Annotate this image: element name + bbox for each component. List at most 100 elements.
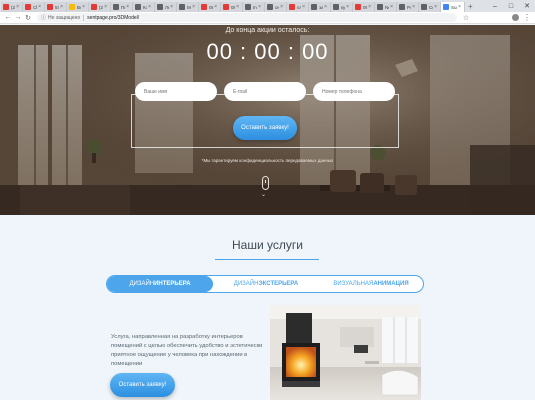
tab-close-icon[interactable]: × (434, 4, 437, 10)
tab-close-icon[interactable]: × (192, 4, 195, 10)
tab-close-icon[interactable]: × (60, 4, 63, 10)
tab-close-icon[interactable]: × (214, 4, 217, 10)
services-request-button[interactable]: Оставить заявку! (110, 373, 175, 397)
tab-favicon-icon (377, 4, 383, 10)
browser-tab[interactable]: Ch× (23, 2, 45, 12)
browser-tab[interactable]: 57 - Al× (45, 2, 67, 12)
tab-close-icon[interactable]: × (148, 4, 151, 10)
tab-close-icon[interactable]: × (258, 4, 261, 10)
tab-close-icon[interactable]: × (412, 4, 415, 10)
submit-request-button[interactable]: Оставить заявку! (233, 116, 297, 140)
browser-tab[interactable]: 09 - 3а× (353, 2, 375, 12)
insecure-label: Не защищено (48, 14, 81, 21)
tab-title: Лендо (165, 4, 169, 10)
browser-tab[interactable]: запуск× (309, 2, 331, 12)
tab-favicon-icon (289, 4, 295, 10)
tab-favicon-icon (69, 4, 75, 10)
tab-close-icon[interactable]: × (390, 4, 393, 10)
hero-section: До конца акции осталось: 00 : 00 : 00 Ос… (0, 25, 535, 215)
info-icon[interactable]: ⓘ (41, 14, 46, 21)
browser-tab[interactable]: (224) \× (89, 2, 111, 12)
tab-title: онлайн (275, 4, 279, 10)
tab-favicon-icon (179, 4, 185, 10)
tab-title: Ch (33, 4, 37, 10)
browser-tab[interactable]: Ino 09× (243, 2, 265, 12)
tab-close-icon[interactable]: × (458, 4, 461, 10)
minimize-icon[interactable]: – (487, 0, 503, 12)
email-input[interactable] (224, 82, 306, 101)
address-bar: ← → ↻ ⓘ Не защищено sentpage.pro/3DModel… (0, 12, 535, 24)
tab-close-icon[interactable]: × (170, 4, 173, 10)
tab-close-icon[interactable]: × (104, 4, 107, 10)
url-separator (83, 14, 85, 21)
browser-tab[interactable]: 08 - Ро× (221, 2, 243, 12)
new-tab-icon[interactable]: + (468, 2, 473, 12)
tab-title: плей · (297, 4, 301, 10)
browser-tab[interactable]: Все ку× (67, 2, 89, 12)
browser-menu-icon[interactable]: ⋮ (523, 13, 531, 22)
browser-tab[interactable]: Need× (375, 2, 397, 12)
tab-favicon-icon (135, 4, 141, 10)
tab-favicon-icon (25, 4, 31, 10)
tab-label-bold: АНИМАЦИЯ (373, 281, 409, 287)
scroll-down-icon[interactable]: ⌄ (261, 191, 266, 198)
browser-tab[interactable]: плей ·× (287, 2, 309, 12)
tab-title: куда (341, 4, 346, 10)
tab-close-icon[interactable]: × (368, 4, 371, 10)
browser-tab[interactable]: куда× (331, 2, 353, 12)
tab-favicon-icon (311, 4, 317, 10)
browser-tab[interactable]: 08 - Ро× (199, 2, 221, 12)
reload-icon[interactable]: ↻ (23, 14, 33, 22)
browser-tab[interactable]: онлайн× (265, 2, 287, 12)
tab-title: Пингу (121, 4, 125, 10)
forward-icon[interactable]: → (13, 14, 23, 21)
tab-visual-animation[interactable]: ВИЗУАЛЬНАЯ АНИМАЦИЯ (318, 276, 423, 292)
browser-tab[interactable]: Portfo× (397, 2, 419, 12)
heading-underline (215, 259, 319, 260)
bookmark-star-icon[interactable]: ☆ (463, 14, 469, 22)
tab-interior-design[interactable]: ДИЗАЙН ИНТЕРЬЕРА (107, 276, 213, 292)
tab-favicon-icon (3, 4, 9, 10)
browser-tab[interactable]: Секун× (419, 2, 441, 12)
tab-exterior-design[interactable]: ДИЗАЙН ЭКСТЕРЬЕРА (213, 276, 319, 292)
tab-close-icon[interactable]: × (324, 4, 327, 10)
tab-close-icon[interactable]: × (280, 4, 283, 10)
phone-input[interactable] (313, 82, 395, 101)
tab-close-icon[interactable]: × (82, 4, 85, 10)
close-window-icon[interactable]: ✕ (519, 0, 535, 12)
tab-favicon-icon (399, 4, 405, 10)
tab-favicon-icon (355, 4, 361, 10)
browser-tab[interactable]: (235) I× (1, 2, 23, 12)
browser-tab[interactable]: Лендо× (155, 2, 177, 12)
tab-title: (224) \ (99, 4, 104, 10)
tab-close-icon[interactable]: × (302, 4, 305, 10)
extension-icon[interactable] (512, 14, 519, 21)
tab-label-bold: ЭКСТЕРЬЕРА (258, 281, 299, 287)
tab-favicon-icon (47, 4, 53, 10)
tab-title: Portfo (407, 4, 411, 10)
countdown-label: До конца акции осталось: (225, 27, 310, 34)
name-input[interactable] (135, 82, 217, 101)
browser-tab[interactable]: Метод× (177, 2, 199, 12)
tab-close-icon[interactable]: × (236, 4, 239, 10)
back-icon[interactable]: ← (3, 14, 13, 21)
url-field[interactable]: ⓘ Не защищено sentpage.pro/3DModel/ (37, 13, 457, 22)
browser-tab[interactable]: Комп× (133, 2, 155, 12)
tab-title: Секун (429, 4, 433, 10)
tab-title: Need (385, 4, 389, 10)
countdown-timer: 00 : 00 : 00 (206, 39, 329, 64)
tab-close-icon[interactable]: × (346, 4, 349, 10)
tab-title: (235) I (11, 4, 16, 10)
tab-label-prefix: ВИЗУАЛЬНАЯ (333, 281, 374, 287)
tab-close-icon[interactable]: × (16, 4, 19, 10)
browser-tab[interactable]: Пингу× (111, 2, 133, 12)
scroll-mouse-icon[interactable] (262, 176, 269, 190)
tab-favicon-icon (421, 4, 427, 10)
tab-title: Sun (451, 4, 457, 10)
maximize-icon[interactable]: □ (503, 0, 519, 12)
browser-tab[interactable]: Sun× (441, 2, 465, 12)
tab-close-icon[interactable]: × (38, 4, 41, 10)
tab-favicon-icon (333, 4, 339, 10)
tab-title: 08 - Ро (209, 4, 213, 10)
tab-close-icon[interactable]: × (126, 4, 129, 10)
